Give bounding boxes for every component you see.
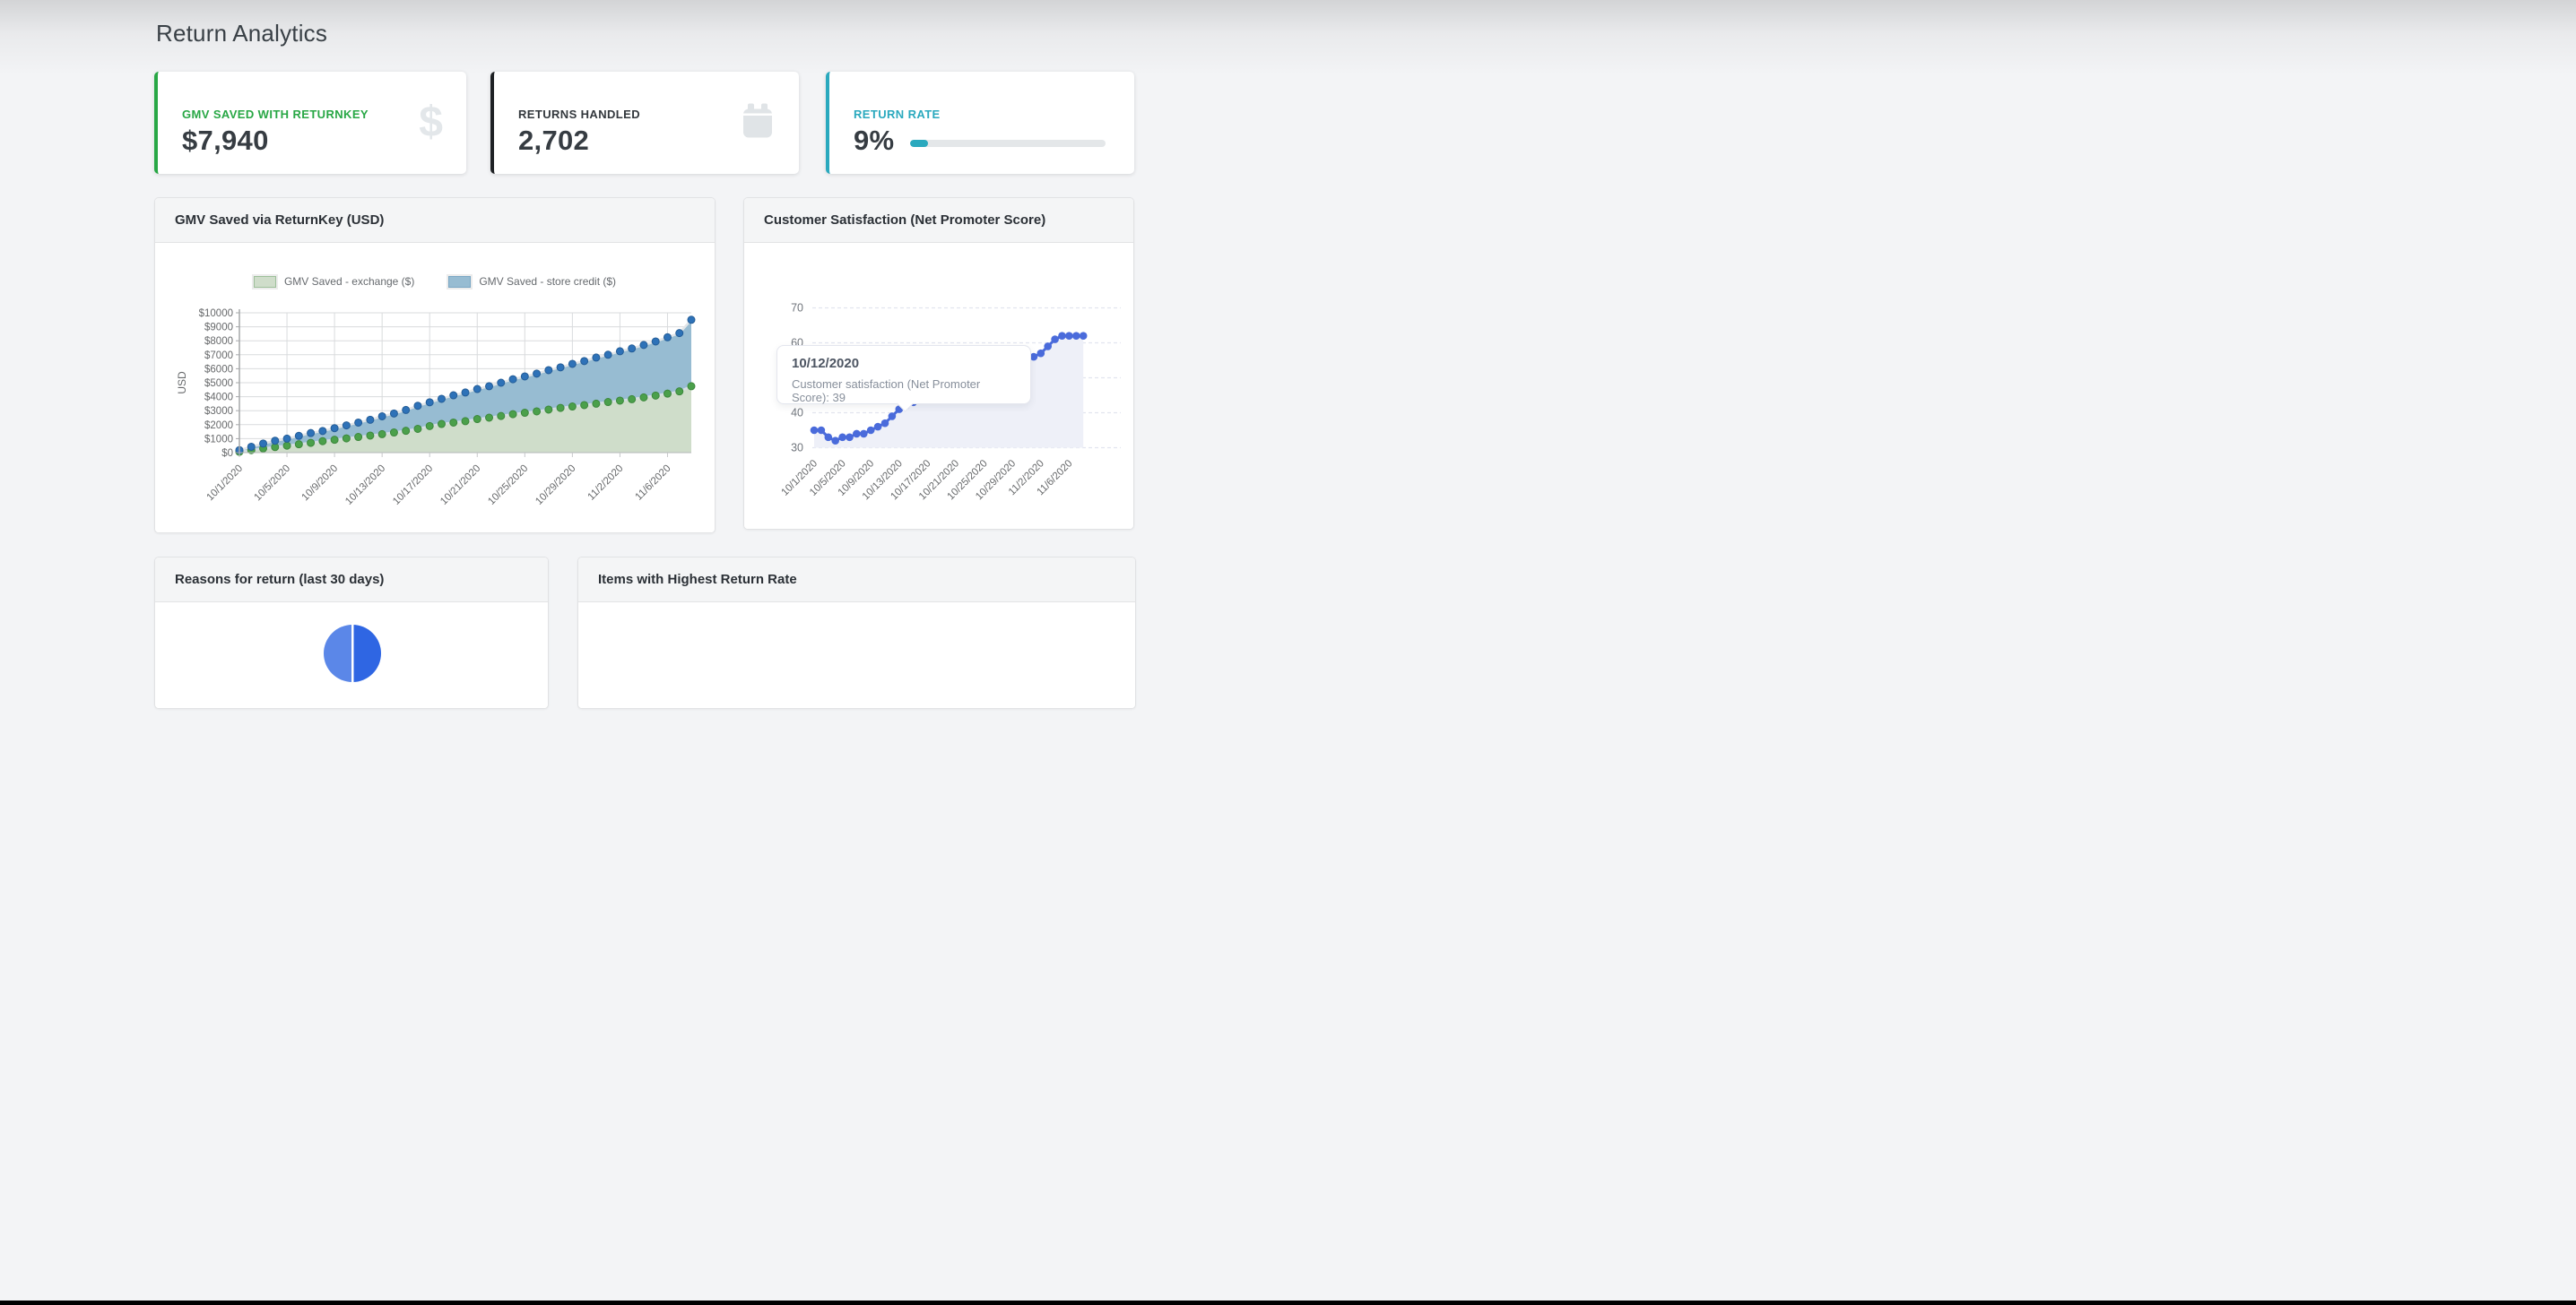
svg-text:10/1/2020: 10/1/2020 — [204, 463, 245, 504]
dashboard-page: Return Analytics GMV SAVED WITH RETURNKE… — [0, 0, 2576, 1305]
return-rate-progress-bar — [910, 140, 1106, 147]
legend-swatch-store-credit — [448, 276, 471, 288]
kpi-value: $7,940 — [182, 125, 445, 157]
kpi-card-gmv-saved: GMV SAVED WITH RETURNKEY $7,940 $ — [154, 72, 466, 174]
svg-text:$0: $0 — [221, 448, 233, 459]
legend-label: GMV Saved - store credit ($) — [479, 275, 616, 288]
return-reasons-pie-chart[interactable] — [324, 625, 381, 682]
items-body — [578, 602, 1135, 709]
top-shade-gradient — [0, 0, 2576, 75]
card-nps-chart: Customer Satisfaction (Net Promoter Scor… — [743, 197, 1134, 530]
gmv-chart-body: GMV Saved - exchange ($) GMV Saved - sto… — [155, 243, 715, 533]
legend-label: GMV Saved - exchange ($) — [284, 275, 414, 288]
tooltip-text: Customer satisfaction (Net Promoter Scor… — [792, 377, 1016, 404]
kpi-card-return-rate: RETURN RATE 9% — [826, 72, 1134, 174]
svg-text:10/9/2020: 10/9/2020 — [300, 463, 341, 504]
card-return-reasons: Reasons for return (last 30 days) — [154, 557, 549, 709]
legend-item-exchange[interactable]: GMV Saved - exchange ($) — [254, 275, 414, 288]
reasons-chart-body — [155, 602, 548, 709]
legend-swatch-exchange — [254, 276, 276, 288]
kpi-card-returns-handled: RETURNS HANDLED 2,702 — [490, 72, 799, 174]
svg-text:11/2/2020: 11/2/2020 — [585, 463, 625, 503]
svg-text:40: 40 — [791, 407, 803, 419]
card-header: Customer Satisfaction (Net Promoter Scor… — [744, 198, 1133, 243]
legend-item-store-credit[interactable]: GMV Saved - store credit ($) — [448, 275, 616, 288]
svg-text:$6000: $6000 — [204, 364, 233, 375]
page-title: Return Analytics — [156, 20, 327, 48]
svg-text:10/17/2020: 10/17/2020 — [391, 463, 435, 507]
svg-text:$4000: $4000 — [204, 393, 233, 403]
svg-text:11/6/2020: 11/6/2020 — [634, 463, 673, 503]
dollar-icon: $ — [419, 101, 443, 144]
calendar-icon — [740, 102, 776, 144]
card-highest-return-items: Items with Highest Return Rate — [577, 557, 1136, 709]
nps-chart-tooltip: 10/12/2020 Customer satisfaction (Net Pr… — [776, 345, 1031, 404]
svg-text:$5000: $5000 — [204, 378, 233, 389]
svg-text:30: 30 — [791, 442, 803, 454]
nps-chart-body: 304050607010/1/202010/5/202010/9/202010/… — [744, 243, 1133, 530]
svg-text:$7000: $7000 — [204, 350, 233, 361]
kpi-label: RETURN RATE — [854, 108, 1113, 121]
gmv-chart-legend: GMV Saved - exchange ($) GMV Saved - sto… — [155, 275, 715, 288]
svg-text:USD: USD — [176, 371, 188, 394]
card-title: Reasons for return (last 30 days) — [175, 572, 384, 587]
svg-text:10/21/2020: 10/21/2020 — [438, 463, 482, 507]
kpi-value: 9% — [854, 125, 894, 157]
tooltip-date: 10/12/2020 — [792, 356, 1016, 371]
kpi-label: RETURNS HANDLED — [518, 108, 777, 121]
svg-text:$10000: $10000 — [199, 308, 233, 319]
svg-text:$1000: $1000 — [204, 434, 233, 445]
card-header: Reasons for return (last 30 days) — [155, 557, 548, 602]
svg-text:10/25/2020: 10/25/2020 — [486, 463, 530, 507]
svg-text:$3000: $3000 — [204, 406, 233, 417]
svg-text:$2000: $2000 — [204, 420, 233, 431]
svg-text:10/13/2020: 10/13/2020 — [343, 463, 387, 507]
kpi-label: GMV SAVED WITH RETURNKEY — [182, 108, 445, 121]
card-gmv-chart: GMV Saved via ReturnKey (USD) GMV Saved … — [154, 197, 716, 533]
card-title: GMV Saved via ReturnKey (USD) — [175, 212, 384, 228]
return-rate-progress-fill — [910, 140, 928, 147]
card-title: Customer Satisfaction (Net Promoter Scor… — [764, 212, 1045, 228]
card-title: Items with Highest Return Rate — [598, 572, 797, 587]
card-header: Items with Highest Return Rate — [578, 557, 1135, 602]
card-header: GMV Saved via ReturnKey (USD) — [155, 198, 715, 243]
svg-text:10/29/2020: 10/29/2020 — [533, 463, 577, 507]
bottom-edge-bar — [0, 1301, 2576, 1305]
svg-text:$8000: $8000 — [204, 336, 233, 347]
svg-text:70: 70 — [791, 302, 803, 315]
kpi-value: 2,702 — [518, 125, 777, 157]
svg-text:10/5/2020: 10/5/2020 — [253, 463, 293, 504]
svg-text:$9000: $9000 — [204, 323, 233, 333]
